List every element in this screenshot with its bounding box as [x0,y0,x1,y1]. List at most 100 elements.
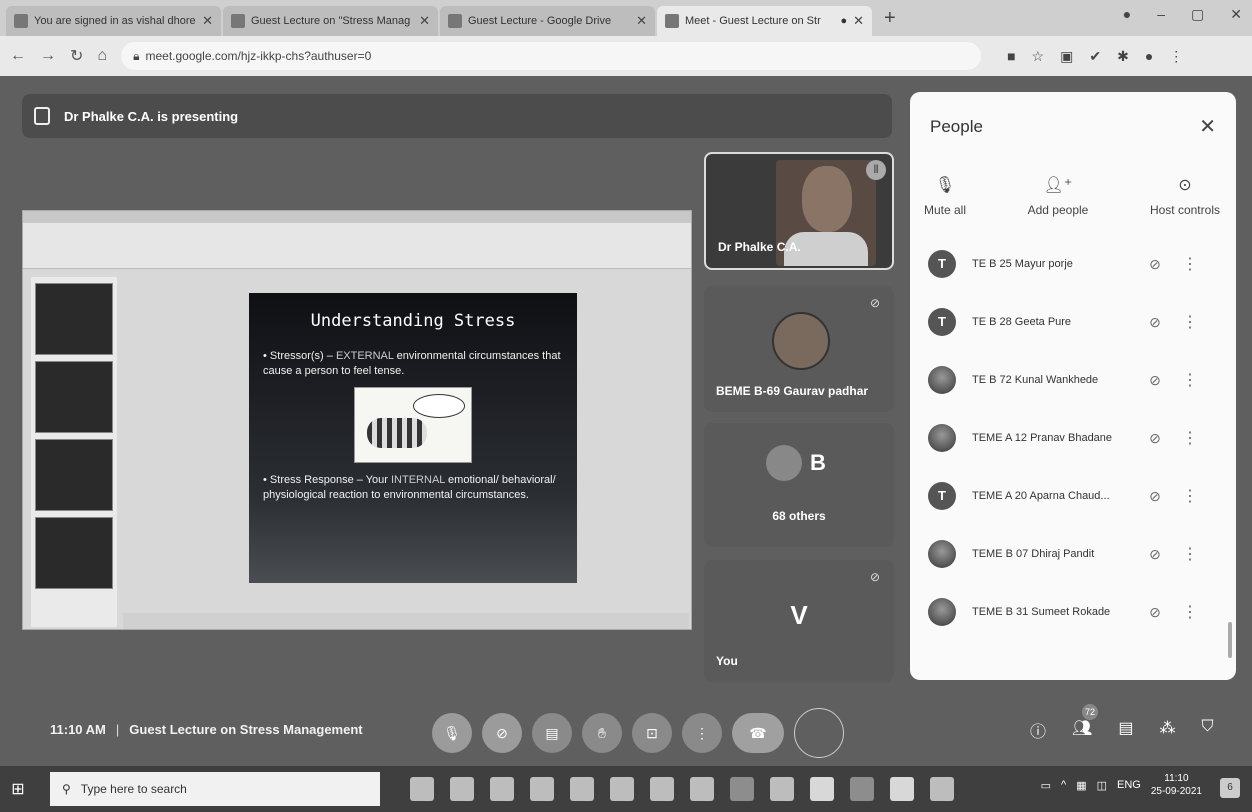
participant-row[interactable]: T TE B 25 Mayur porje ⊘ ⋮ [910,235,1236,293]
show-hidden-icons[interactable]: ^ [1061,779,1066,791]
store-icon[interactable] [570,777,594,801]
home-icon[interactable]: ⌂ [97,47,107,65]
participant-row[interactable]: T TE B 28 Geeta Pure ⊘ ⋮ [910,293,1236,351]
mic-off-icon[interactable]: ⊘ [1140,430,1170,447]
mic-off-icon[interactable]: ⊘ [1140,488,1170,505]
app-icon[interactable] [690,777,714,801]
notepad-icon[interactable] [770,777,794,801]
captions-button[interactable]: ▤ [532,713,572,753]
more-options-icon[interactable]: ⋮ [1182,254,1198,274]
maximize-button[interactable]: ▢ [1191,6,1204,23]
mic-off-icon[interactable]: ⊘ [1140,256,1170,273]
vlc-icon[interactable] [650,777,674,801]
browser-tab-active[interactable]: Meet - Guest Lecture on Str ● ✕ [657,6,872,36]
chrome-icon[interactable] [810,777,834,801]
host-controls-button[interactable]: ⊙ Host controls [1150,175,1220,217]
taskbar-clock[interactable]: 11:10 25-09-2021 [1151,772,1202,798]
language-indicator[interactable]: ENG [1117,779,1141,791]
taskbar-search-input[interactable]: ⚲ Type here to search [50,772,380,806]
participant-name: TE B 28 Geeta Pure [972,316,1072,328]
mute-all-button[interactable]: 🎙︎ Mute all [924,175,966,217]
others-tile[interactable]: B 68 others [704,423,894,547]
windows-taskbar: ⊞ ⚲ Type here to search ▭ ^ ▦ ◫ ENG 11:1… [0,766,1252,812]
new-tab-button[interactable]: + [884,7,896,30]
close-tab-icon[interactable]: ✕ [202,13,213,29]
more-options-icon[interactable]: ⋮ [1182,544,1198,564]
leave-call-button[interactable]: ☎︎ [732,713,784,753]
camera-icon[interactable]: ■ [1007,48,1015,65]
browser-tab[interactable]: You are signed in as vishal dhore ✕ [6,6,221,36]
more-options-icon[interactable]: ⋮ [1182,312,1198,332]
forward-icon[interactable]: → [40,47,56,65]
close-icon[interactable]: ✕ [1199,114,1216,139]
mic-off-icon[interactable]: ⊘ [1140,314,1170,331]
edge-icon[interactable] [490,777,514,801]
chat-icon[interactable]: ▤ [1118,718,1133,742]
url-input[interactable]: 🔒︎ meet.google.com/hjz-ikkp-chs?authuser… [121,42,982,70]
participant-row[interactable]: TEME A 12 Pranav Bhadane ⊘ ⋮ [910,409,1236,467]
close-tab-icon[interactable]: ✕ [419,13,430,29]
people-icon[interactable]: 👥︎ 72 [1072,704,1099,742]
file-explorer-icon[interactable] [530,777,554,801]
close-tab-icon[interactable]: ✕ [853,13,864,29]
more-options-icon[interactable]: ⋮ [1182,428,1198,448]
folder-icon[interactable] [610,777,634,801]
self-video-tile[interactable]: ⊘ V You [704,560,894,682]
tile-name: BEME B-69 Gaurav padhar [716,384,869,398]
presenting-text: Dr Phalke C.A. is presenting [64,108,239,124]
clock-date: 25-09-2021 [1150,786,1202,797]
acrobat-icon[interactable] [730,777,754,801]
more-options-button[interactable]: ⋮ [682,713,722,753]
participant-name: TEME A 12 Pranav Bhadane [972,432,1113,444]
panel-scrollbar[interactable] [1228,622,1232,658]
notification-center-icon[interactable]: 6 [1220,778,1240,798]
browser-tab[interactable]: Guest Lecture on "Stress Manag ✕ [223,6,438,36]
meeting-details-icon[interactable]: ⓘ [1030,718,1046,742]
check-icon[interactable]: ✔ [1089,48,1101,65]
more-options-icon[interactable]: ⋮ [1182,486,1198,506]
participant-row[interactable]: TEME B 07 Dhiraj Pandit ⊘ ⋮ [910,525,1236,583]
mic-off-icon[interactable]: ⊘ [1140,546,1170,563]
windows-start-icon[interactable]: ⊞ [0,779,36,799]
activities-icon[interactable]: ⁂ [1159,718,1175,742]
minimize-button[interactable]: – [1157,6,1165,23]
more-options-icon[interactable]: ⋮ [1182,602,1198,622]
present-now-button[interactable]: ⊡ [632,713,672,753]
volume-icon[interactable]: ◫ [1097,779,1107,792]
people-actions: 🎙︎ Mute all 👤︎⁺ Add people ⊙ Host contro… [910,139,1236,217]
bookmark-star-icon[interactable]: ☆ [1032,48,1045,65]
slide-thumbnail [35,283,113,355]
task-view-icon[interactable] [450,777,474,801]
camera-toggle-button[interactable]: ⊘ [482,713,522,753]
participant-video-tile[interactable]: ⊘ BEME B-69 Gaurav padhar [704,286,894,412]
mic-off-icon[interactable]: ⊘ [1140,372,1170,389]
add-people-button[interactable]: 👤︎⁺ Add people [1028,175,1089,217]
back-icon[interactable]: ← [10,47,26,65]
app-icon[interactable] [850,777,874,801]
word-icon[interactable] [930,777,954,801]
puzzle-icon[interactable]: ✱ [1117,48,1129,65]
raise-hand-button[interactable]: ✋︎ [582,713,622,753]
reload-icon[interactable]: ↻ [70,46,83,66]
close-tab-icon[interactable]: ✕ [636,13,647,29]
participant-row[interactable]: T TEME A 20 Aparna Chaud... ⊘ ⋮ [910,467,1236,525]
powerpoint-icon[interactable] [890,777,914,801]
cortana-icon[interactable] [410,777,434,801]
presenter-video-tile[interactable]: ⦀ Dr Phalke C.A. [704,152,894,270]
host-controls-icon[interactable]: ⛉ [1201,718,1213,742]
close-window-button[interactable]: ✕ [1230,6,1242,23]
participant-row[interactable]: TE B 72 Kunal Wankhede ⊘ ⋮ [910,351,1236,409]
participant-row[interactable]: TEME B 31 Sumeet Rokade ⊘ ⋮ [910,583,1236,641]
profile-avatar-icon[interactable]: ● [1145,48,1153,65]
mic-off-icon[interactable]: ⊘ [1140,604,1170,621]
extension-icon[interactable]: ▣ [1060,48,1073,65]
network-icon[interactable]: ▦ [1076,779,1086,792]
profile-icon[interactable]: ● [1123,6,1131,23]
microphone-toggle-button[interactable]: 🎙︎ [432,713,472,753]
menu-icon[interactable]: ⋮ [1169,48,1183,65]
more-options-icon[interactable]: ⋮ [1182,370,1198,390]
mic-off-icon: 🎙︎ [934,177,956,194]
tray-app-icon[interactable]: ▭ [1041,779,1051,792]
browser-tab[interactable]: Guest Lecture - Google Drive ✕ [440,6,655,36]
participant-avatar [772,312,830,370]
